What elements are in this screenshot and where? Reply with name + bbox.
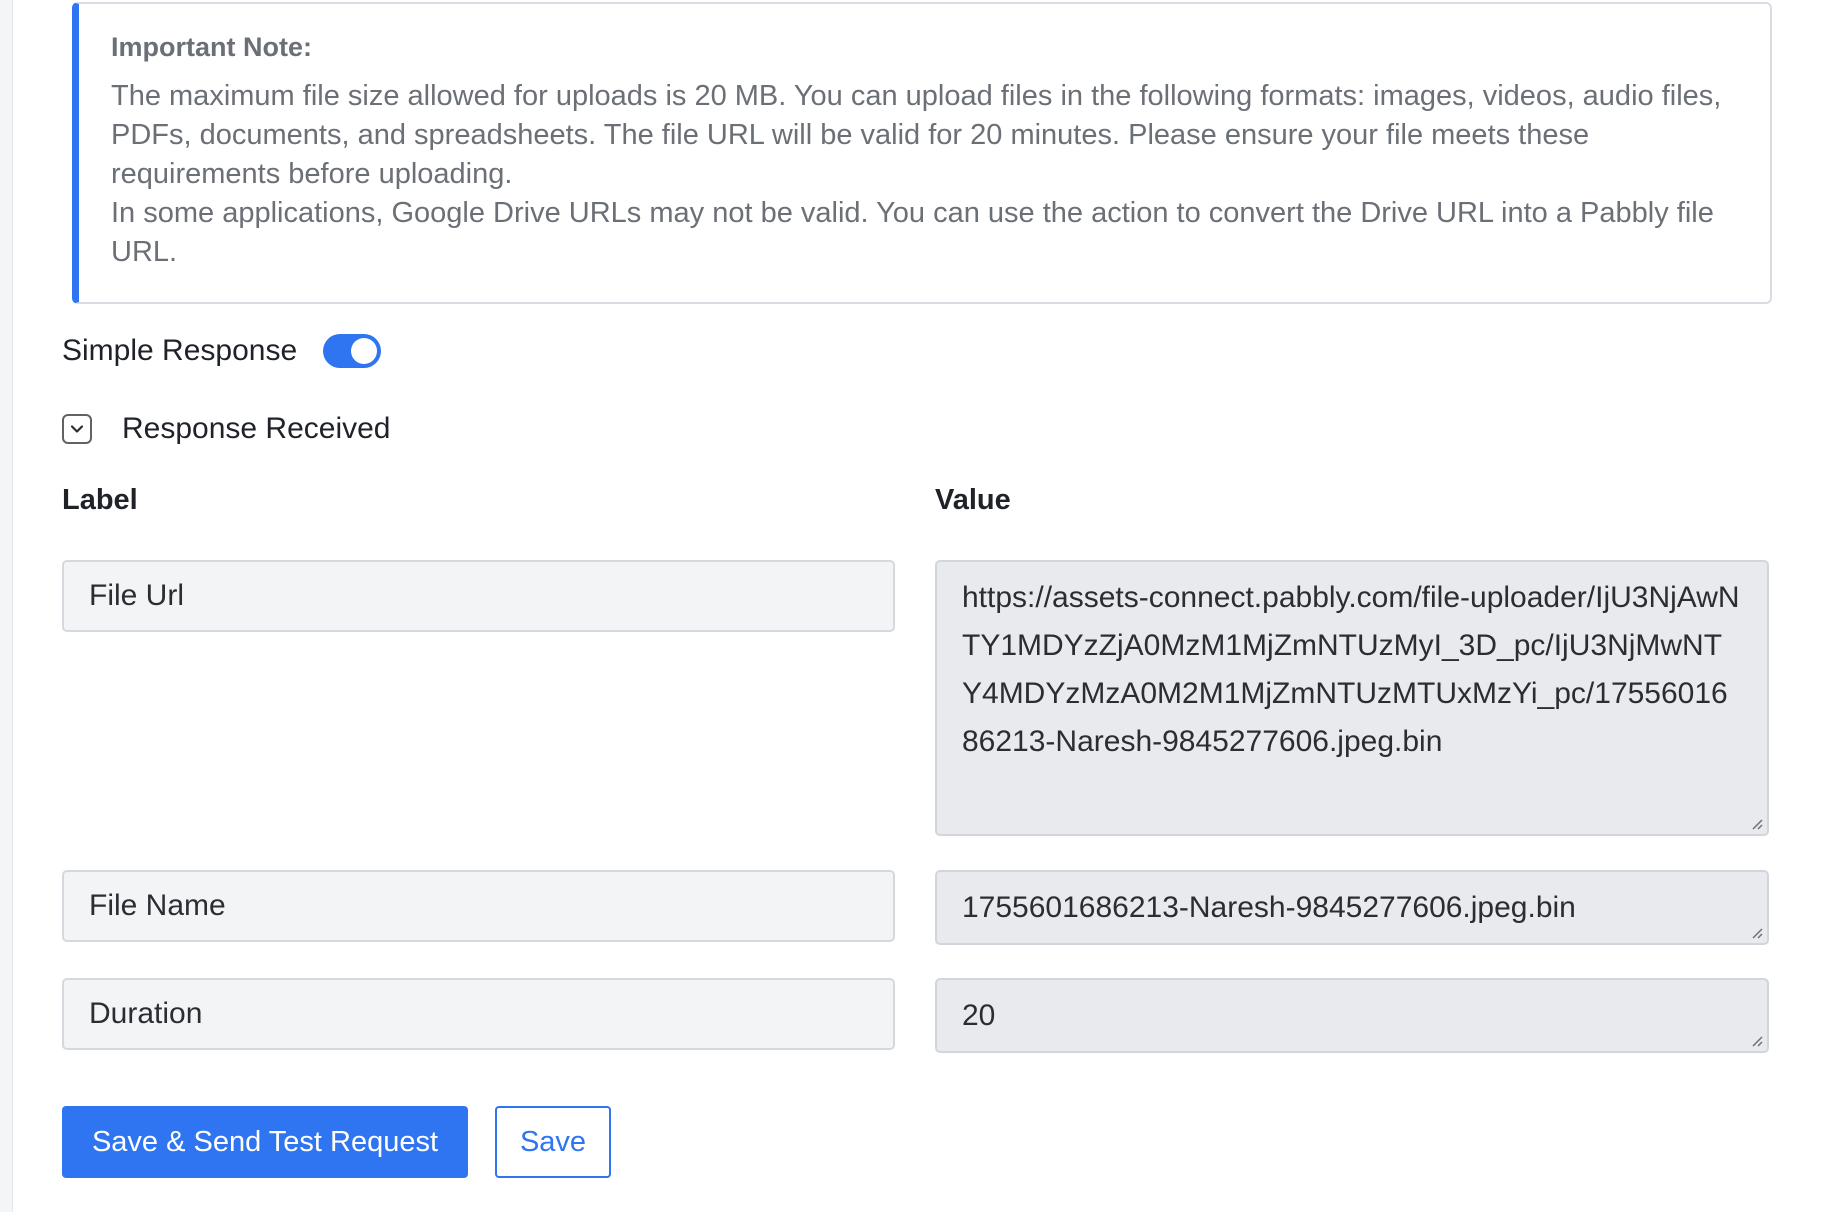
value-text-file-name: 1755601686213-Naresh-9845277606.jpeg.bin [962,891,1576,924]
label-field-duration[interactable]: Duration [62,978,895,1050]
note-paragraph-2: In some applications, Google Drive URLs … [111,197,1714,268]
response-collapse-button[interactable] [62,414,92,444]
response-received-title: Response Received [122,412,391,445]
resize-handle-icon[interactable] [1751,1035,1763,1047]
label-field-file-name[interactable]: File Name [62,870,895,942]
value-text-duration: 20 [962,999,996,1032]
toggle-knob [351,338,378,364]
label-column-header: Label [62,484,138,516]
resize-handle-icon[interactable] [1751,927,1763,939]
save-button[interactable]: Save [495,1106,611,1178]
value-column-header: Value [935,484,1011,516]
value-field-file-name[interactable]: 1755601686213-Naresh-9845277606.jpeg.bin [935,870,1769,945]
label-field-file-url[interactable]: File Url [62,560,895,632]
important-note: Important Note: The maximum file size al… [72,2,1772,304]
value-field-file-url[interactable]: https://assets-connect.pabbly.com/file-u… [935,560,1769,836]
value-text-file-url: https://assets-connect.pabbly.com/file-u… [962,581,1740,758]
note-title: Important Note: [111,32,312,62]
simple-response-row: Simple Response [62,334,382,368]
simple-response-label: Simple Response [62,334,298,367]
chevron-down-icon [70,425,84,433]
value-field-duration[interactable]: 20 [935,978,1769,1053]
save-and-send-test-request-button[interactable]: Save & Send Test Request [62,1106,468,1178]
simple-response-toggle[interactable] [323,334,382,368]
note-paragraph-1: The maximum file size allowed for upload… [111,80,1722,190]
resize-handle-icon[interactable] [1751,818,1763,830]
response-received-header: Response Received [62,412,391,446]
